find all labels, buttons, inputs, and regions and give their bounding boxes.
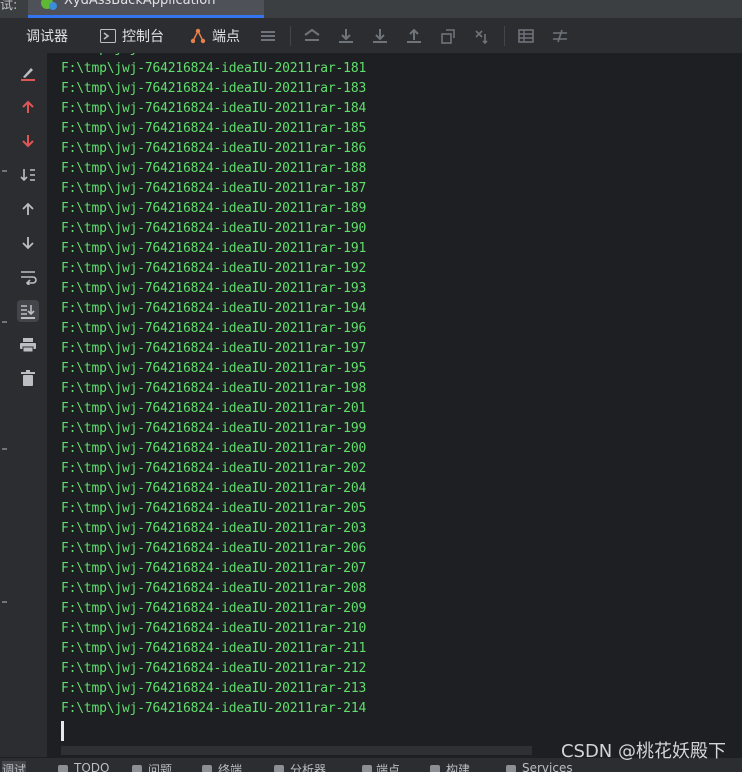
- debug-toolbar: 调试器 控制台 端点: [0, 18, 742, 54]
- console-line: F:\tmp\jwj-764216824-ideaIU-20211rar-196: [61, 321, 367, 336]
- arrow-up-icon[interactable]: [17, 198, 39, 220]
- console-line: F:\tmp\jwj-764216824-ideaIU-20211rar-188: [61, 161, 367, 176]
- console-lines: F:\tmp\jwj-764216824-ideaIU-20211rar-180…: [61, 53, 366, 719]
- drop-frame-icon[interactable]: [438, 26, 458, 46]
- bottom-tab-terminal[interactable]: 终端: [218, 761, 242, 772]
- console-icon: [100, 28, 116, 43]
- bottom-tab-endpoints[interactable]: 端点: [376, 761, 400, 772]
- console-line: F:\tmp\jwj-764216824-ideaIU-20211rar-185: [61, 121, 367, 136]
- left-edge-strip: [0, 53, 10, 771]
- toolbar-separator: [504, 26, 505, 46]
- console-line: F:\tmp\jwj-764216824-ideaIU-20211rar-200: [61, 441, 367, 456]
- edge-marker: [2, 601, 7, 603]
- tab-debugger[interactable]: 调试器: [26, 18, 68, 53]
- console-line: F:\tmp\jwj-764216824-ideaIU-20211rar-183: [61, 81, 367, 96]
- console-label: 控制台: [122, 28, 164, 45]
- sort-icon[interactable]: [17, 164, 39, 186]
- console-line: F:\tmp\jwj-764216824-ideaIU-20211rar-181: [61, 61, 367, 76]
- console-line: F:\tmp\jwj-764216824-ideaIU-20211rar-184: [61, 101, 367, 116]
- console-line: F:\tmp\jwj-764216824-ideaIU-20211rar-192: [61, 261, 367, 276]
- console-line: F:\tmp\jwj-764216824-ideaIU-20211rar-191: [61, 241, 367, 256]
- step-out-icon[interactable]: [404, 26, 424, 46]
- up-arrow-icon[interactable]: [17, 96, 39, 118]
- edge-marker: [2, 321, 7, 323]
- console-line: F:\tmp\jwj-764216824-ideaIU-20211rar-204: [61, 481, 367, 496]
- console-line: F:\tmp\jwj-764216824-ideaIU-20211rar-201: [61, 401, 367, 416]
- console-line: F:\tmp\jwj-764216824-ideaIU-20211rar-197: [61, 341, 367, 356]
- bottom-tab-todo[interactable]: TODO: [74, 761, 109, 772]
- console-line: F:\tmp\jwj-764216824-ideaIU-20211rar-206: [61, 541, 367, 556]
- console-side-toolbar: [10, 53, 48, 757]
- console-line: F:\tmp\jwj-764216824-ideaIU-20211rar-208: [61, 581, 367, 596]
- bottom-tab-debug[interactable]: 调试: [2, 761, 27, 772]
- console-line: F:\tmp\jwj-764216824-ideaIU-20211rar-202: [61, 461, 367, 476]
- console-line: F:\tmp\jwj-764216824-ideaIU-20211rar-212: [61, 661, 367, 676]
- console-line: F:\tmp\jwj-764216824-ideaIU-20211rar-207: [61, 561, 367, 576]
- run-to-cursor-icon[interactable]: [472, 26, 492, 46]
- arrow-down-icon[interactable]: [17, 232, 39, 254]
- text-caret: [61, 721, 64, 741]
- edge-marker: [2, 170, 7, 172]
- step-into-icon[interactable]: [370, 26, 390, 46]
- trash-icon[interactable]: [17, 367, 39, 389]
- console-line: F:\tmp\jwj-764216824-ideaIU-20211rar-198: [61, 381, 367, 396]
- spring-boot-app-icon: [41, 0, 57, 10]
- edge-marker: [2, 448, 7, 450]
- console-line: F:\tmp\jwj-764216824-ideaIU-20211rar-211: [61, 641, 367, 656]
- console-output[interactable]: F:\tmp\jwj-764216824-ideaIU-20211rar-180…: [48, 53, 742, 757]
- endpoints-icon: [190, 28, 206, 43]
- horizontal-scrollbar[interactable]: [61, 746, 532, 755]
- bottom-tab-build[interactable]: 构建: [446, 761, 470, 772]
- run-tab-strip: 试: XydAssBackApplication: [0, 0, 742, 18]
- console-line: F:\tmp\jwj-764216824-ideaIU-20211rar-186: [61, 141, 367, 156]
- run-config-tab[interactable]: XydAssBackApplication: [28, 0, 264, 18]
- soft-wrap-icon[interactable]: [17, 266, 39, 288]
- console-line: F:\tmp\jwj-764216824-ideaIU-20211rar-194: [61, 301, 367, 316]
- down-arrow-icon[interactable]: [17, 130, 39, 152]
- console-line: F:\tmp\jwj-764216824-ideaIU-20211rar-189: [61, 201, 367, 216]
- debugger-label: 调试器: [26, 28, 68, 45]
- console-line: F:\tmp\jwj-764216824-ideaIU-20211rar-205: [61, 501, 367, 516]
- csdn-watermark: CSDN @桃花妖殿下: [560, 741, 726, 762]
- console-line: F:\tmp\jwj-764216824-ideaIU-20211rar-199: [61, 421, 367, 436]
- table-view-icon[interactable]: [516, 26, 536, 46]
- menu-icon[interactable]: [258, 26, 278, 46]
- console-line: F:\tmp\jwj-764216824-ideaIU-20211rar-193: [61, 281, 367, 296]
- console-line: F:\tmp\jwj-764216824-ideaIU-20211rar-190: [61, 221, 367, 236]
- scroll-to-end-icon[interactable]: [17, 300, 39, 322]
- show-execution-point-icon[interactable]: [302, 26, 322, 46]
- tab-console[interactable]: 控制台: [100, 18, 164, 53]
- settings-sliders-icon[interactable]: [550, 26, 570, 46]
- endpoints-label: 端点: [212, 28, 240, 45]
- tab-endpoints[interactable]: 端点: [190, 18, 240, 53]
- step-over-icon[interactable]: [336, 26, 356, 46]
- console-line: F:\tmp\jwj-764216824-ideaIU-20211rar-209: [61, 601, 367, 616]
- console-line: F:\tmp\jwj-764216824-ideaIU-20211rar-214: [61, 701, 367, 716]
- console-line: F:\tmp\jwj-764216824-ideaIU-20211rar-210: [61, 621, 367, 636]
- console-line: F:\tmp\jwj-764216824-ideaIU-20211rar-203: [61, 521, 367, 536]
- bottom-tab-profiler[interactable]: 分析器: [290, 761, 326, 772]
- left-tab-fragment[interactable]: 试:: [0, 0, 17, 13]
- bottom-tab-problems[interactable]: 问题: [148, 761, 172, 772]
- print-icon[interactable]: [17, 334, 39, 356]
- console-line: F:\tmp\jwj-764216824-ideaIU-20211rar-187: [61, 181, 367, 196]
- toolbar-separator: [290, 26, 291, 46]
- console-line: F:\tmp\jwj-764216824-ideaIU-20211rar-195: [61, 361, 367, 376]
- edit-icon[interactable]: [17, 62, 39, 84]
- console-line: F:\tmp\jwj-764216824-ideaIU-20211rar-213: [61, 681, 367, 696]
- run-config-title: XydAssBackApplication: [64, 0, 216, 8]
